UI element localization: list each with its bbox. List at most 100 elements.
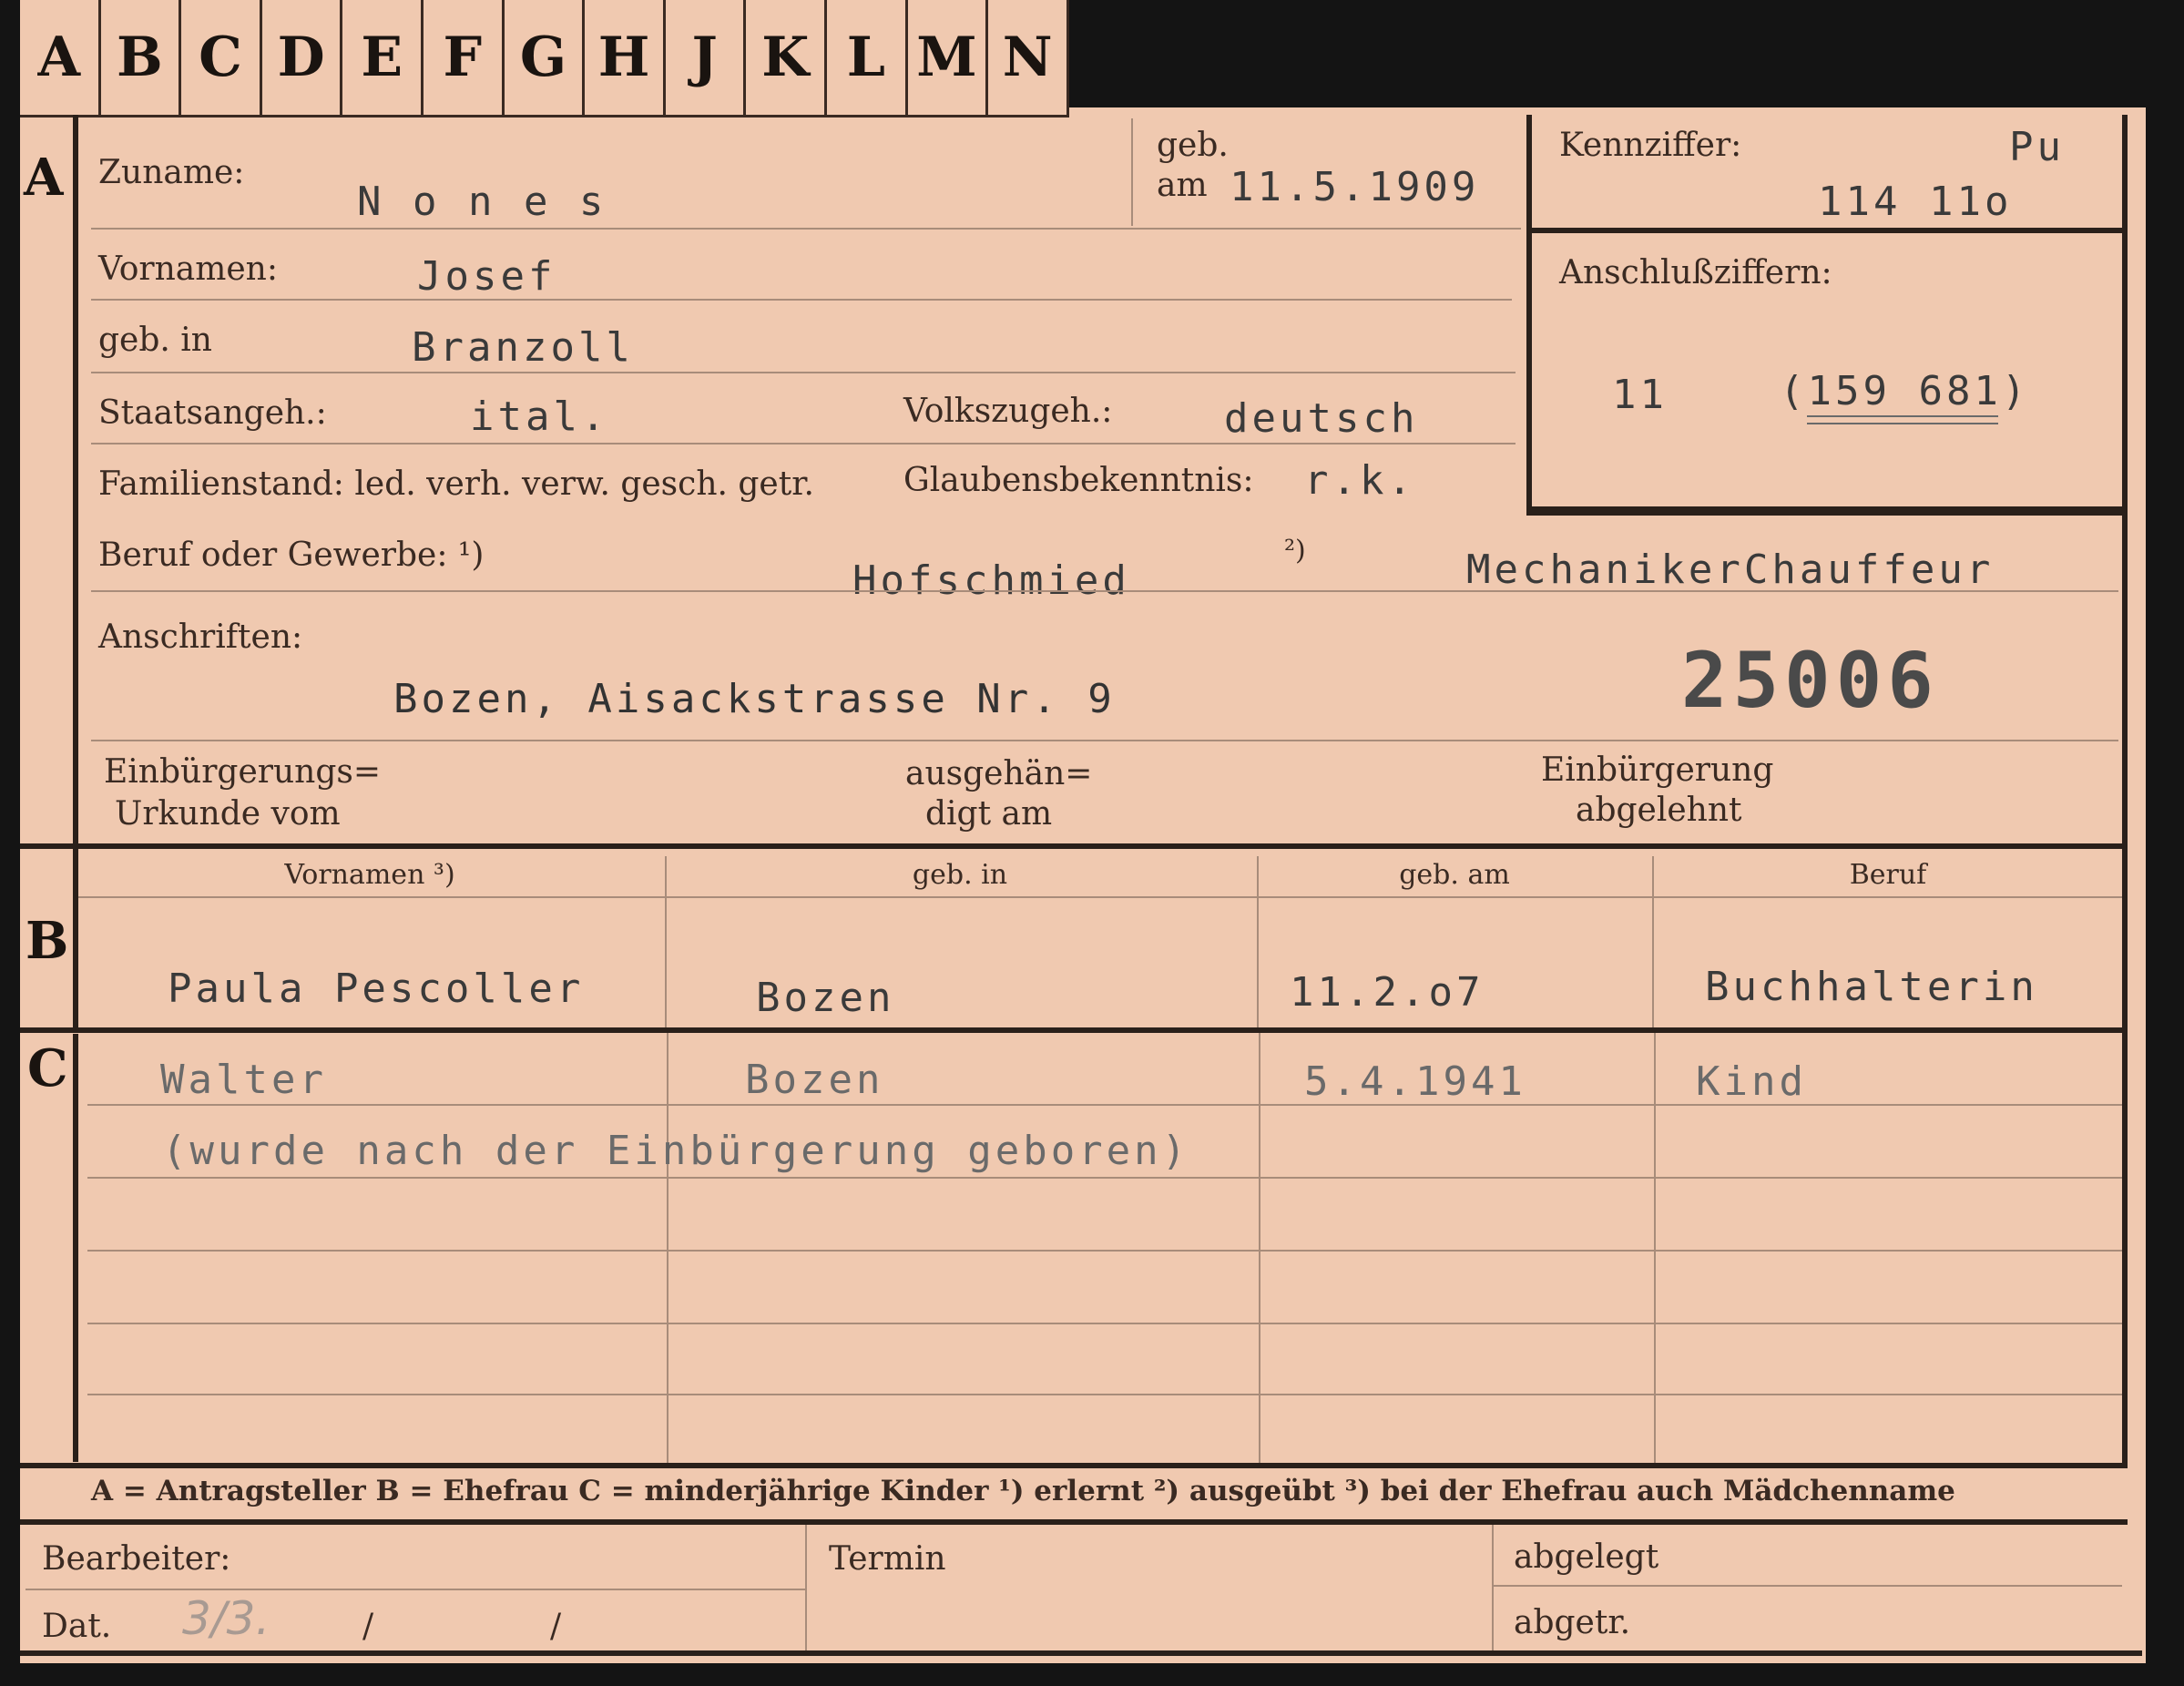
spouse-header-rule: [78, 896, 2122, 898]
tab-m[interactable]: M: [904, 0, 986, 115]
stamp-number: 25006: [1681, 636, 1939, 725]
born-label-1: geb.: [1157, 127, 1229, 164]
surname-value: N o n e s: [357, 179, 607, 225]
profession-rule: [91, 590, 2118, 592]
spouse-col-divider-3: [1652, 856, 1654, 1027]
tab-b[interactable]: B: [97, 0, 179, 115]
ethnicity-value: deutsch: [1224, 395, 1419, 442]
key-box-left-rule: [1526, 115, 1532, 516]
tab-l[interactable]: L: [824, 0, 905, 115]
key-label: Kennziffer:: [1559, 127, 1742, 164]
key-box-bottom-rule: [1526, 506, 2122, 516]
spouse-profession-value: Buchhalterin: [1705, 964, 2038, 1010]
child-name-value: Walter: [160, 1057, 327, 1103]
tab-h[interactable]: H: [582, 0, 663, 115]
footer-divider-1: [805, 1525, 807, 1650]
connection-underline-2: [1807, 423, 1998, 424]
child-row-rule-4: [87, 1323, 2122, 1324]
handed-label-1: ausgehän=: [905, 755, 1093, 792]
tab-f[interactable]: F: [421, 0, 502, 115]
child-col-divider-1: [667, 1033, 668, 1463]
citizenship-label: Staatsangeh.:: [98, 394, 327, 432]
date-slash-1: /: [362, 1608, 374, 1645]
spouse-header-firstname: Vornamen ³): [284, 859, 455, 891]
ethnicity-label: Volkszugeh.:: [903, 393, 1113, 430]
footer-filed-rule: [1494, 1585, 2122, 1587]
connection-value-1: 11: [1612, 372, 1668, 418]
tab-g[interactable]: G: [501, 0, 583, 115]
profession-label: Beruf oder Gewerbe: ¹): [98, 536, 485, 574]
religion-label: Glaubensbekenntnis:: [903, 462, 1254, 499]
birthplace-rule: [91, 372, 1516, 373]
legend-bottom-rule: [20, 1519, 2128, 1525]
key-value: 114 11o: [1818, 179, 2013, 225]
key-code: Pu: [2009, 124, 2065, 170]
spouse-header-birthplace: geb. in: [912, 859, 1008, 891]
section-bc-divider: [20, 1027, 2128, 1033]
address-value: Bozen, Aisackstrasse Nr. 9: [393, 676, 1116, 722]
date-label: Dat.: [42, 1608, 112, 1645]
child-profession-value: Kind: [1696, 1058, 1807, 1105]
child-row-rule-5: [87, 1394, 2122, 1395]
profession-value-2: MechanikerChauffeur: [1466, 547, 1995, 593]
surname-label: Zuname:: [98, 154, 245, 191]
citizenship-value: ital.: [470, 393, 609, 440]
date-pencil-value: 3/3.: [182, 1592, 270, 1645]
connection-underline-1: [1807, 415, 1998, 417]
child-birthplace-value: Bozen: [745, 1057, 884, 1103]
profession-note-2: ²): [1284, 535, 1306, 567]
alphabet-tab-strip: A B C D E F G H J K L M N: [20, 0, 1069, 118]
spouse-col-divider-2: [1257, 856, 1259, 1027]
section-c-left-rule: [73, 1034, 78, 1462]
date-slash-2: /: [550, 1608, 562, 1645]
born-date-value: 11.5.1909: [1230, 164, 1480, 210]
section-a-letter: A: [24, 148, 64, 208]
spouse-header-profession: Beruf: [1849, 859, 1927, 891]
handed-label-2: digt am: [925, 795, 1053, 833]
birthplace-value: Branzoll: [412, 324, 634, 371]
spouse-birthdate-value: 11.2.o7: [1290, 969, 1485, 1016]
removed-label: abgetr.: [1514, 1604, 1631, 1641]
naturalization-doc-label-2: Urkunde vom: [115, 795, 341, 833]
connection-label: Anschlußziffern:: [1559, 254, 1832, 291]
key-box-mid-rule: [1526, 228, 2122, 233]
child-col-divider-2: [1259, 1033, 1260, 1463]
profession-value: Hofschmied: [852, 557, 1130, 604]
deadline-label: Termin: [829, 1540, 946, 1578]
child-row-rule-1: [87, 1104, 2122, 1106]
connection-value-2: (159 681): [1780, 368, 2030, 414]
child-row-rule-2: [87, 1177, 2122, 1179]
firstname-value: Josef: [417, 253, 556, 300]
spouse-birthplace-value: Bozen: [756, 975, 895, 1021]
section-c-bottom-rule: [20, 1463, 2128, 1468]
child-birthdate-value: 5.4.1941: [1304, 1058, 1526, 1105]
child-note: (wurde nach der Einbürgerung geboren): [162, 1128, 1190, 1174]
tab-j[interactable]: J: [662, 0, 744, 115]
naturalization-denied-1: Einbürgerung: [1541, 751, 1774, 789]
citizenship-rule: [91, 443, 1516, 444]
tab-a[interactable]: A: [20, 0, 98, 115]
address-label: Anschriften:: [98, 618, 303, 656]
child-row-rule-3: [87, 1250, 2122, 1252]
tab-e[interactable]: E: [340, 0, 421, 115]
card-right-rule: [2122, 115, 2128, 1463]
card-bottom-rule: [20, 1650, 2142, 1656]
child-col-divider-3: [1654, 1033, 1656, 1463]
surname-born-divider: [1131, 118, 1133, 226]
legend-line: A = Antragsteller B = Ehefrau C = minder…: [91, 1475, 1955, 1507]
tab-n[interactable]: N: [985, 0, 1069, 115]
spouse-name-value: Paula Pescoller: [168, 966, 585, 1012]
firstname-rule: [91, 299, 1512, 301]
tab-c[interactable]: C: [179, 0, 260, 115]
marital-status-label: Familienstand: led. verh. verw. gesch. g…: [98, 465, 814, 503]
tab-d[interactable]: D: [259, 0, 341, 115]
section-ab-divider: [20, 843, 2128, 849]
born-label-2: am: [1157, 167, 1208, 204]
naturalization-doc-label-1: Einbürgerungs=: [104, 753, 382, 791]
tab-k[interactable]: K: [743, 0, 824, 115]
section-b-letter: B: [26, 911, 69, 971]
birthplace-label: geb. in: [98, 322, 212, 359]
footer-divider-2: [1492, 1525, 1494, 1650]
address-rule: [91, 740, 2118, 741]
religion-value: r.k.: [1304, 457, 1415, 504]
